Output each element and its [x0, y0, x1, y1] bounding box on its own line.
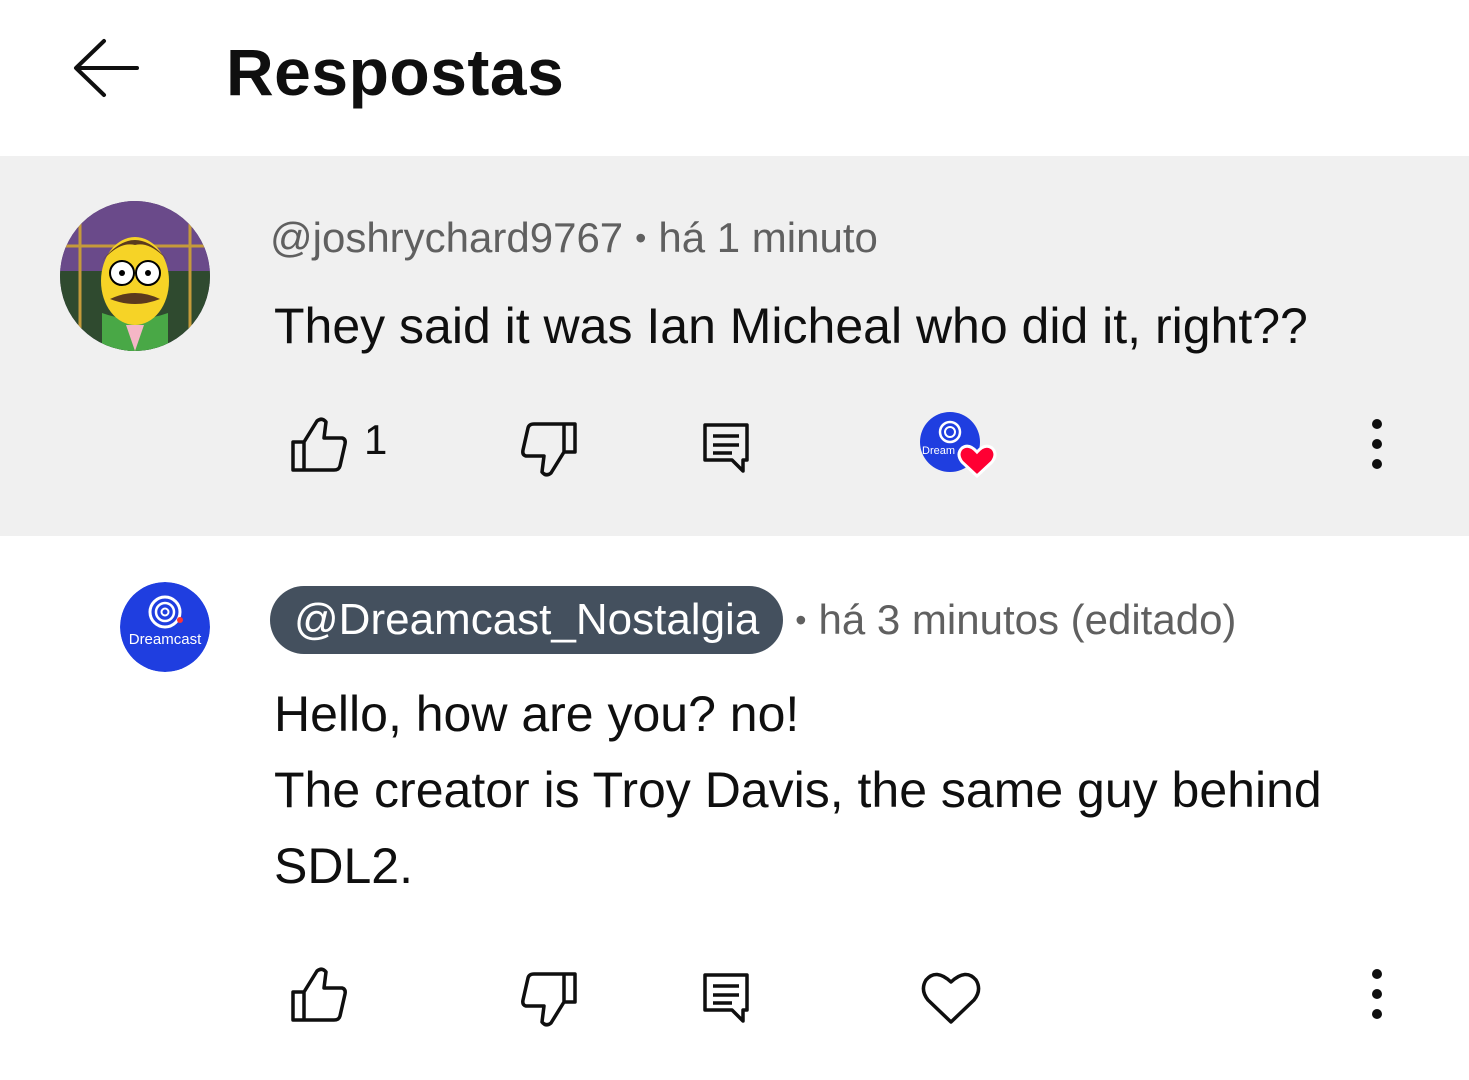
heart-icon	[921, 972, 981, 1024]
comment-author[interactable]: @joshrychard9767	[270, 214, 623, 262]
thumb-up-icon	[291, 417, 347, 472]
thumb-down-icon	[521, 972, 577, 1027]
comment-meta: @joshrychard9767 • há 1 minuto	[270, 211, 878, 265]
comment-meta: @Dreamcast_Nostalgia • há 3 minutos (edi…	[270, 586, 1236, 654]
thumb-down-icon	[521, 422, 577, 477]
more-vert-icon	[1372, 969, 1382, 1019]
comment-line: They said it was Ian Micheal who did it,…	[274, 298, 1308, 354]
dislike-button[interactable]	[518, 968, 580, 1030]
separator-dot: •	[795, 601, 807, 638]
page-title: Respostas	[226, 35, 565, 109]
arrow-left-icon	[74, 39, 139, 97]
more-vert-icon	[1372, 419, 1382, 469]
reply-comment: Dreamcast @Dreamcast_Nostalgia • há 3 mi…	[0, 536, 1469, 1080]
comment-actions: 1 Dream	[0, 396, 1469, 486]
comment-text: Hello, how are you? no! The creator is T…	[274, 676, 1322, 904]
thumb-up-icon	[291, 967, 347, 1022]
comment-author-pill[interactable]: @Dreamcast_Nostalgia	[270, 586, 784, 654]
comment-actions	[0, 946, 1469, 1036]
comment-time: há 3 minutos (editado)	[818, 596, 1237, 643]
dislike-button[interactable]	[518, 418, 580, 480]
like-count: 1	[364, 416, 388, 463]
comment-line: The creator is Troy Davis, the same guy …	[274, 762, 1322, 818]
like-button[interactable]: 1	[288, 414, 387, 476]
comment-icon	[703, 973, 749, 1023]
header: Respostas	[0, 0, 1469, 156]
creator-avatar-text: Dream	[922, 445, 955, 457]
comment-time: há 1 minuto	[658, 214, 878, 261]
avatar-text: Dreamcast	[129, 631, 202, 648]
heart-button[interactable]	[920, 968, 982, 1026]
heart-icon	[957, 444, 997, 479]
avatar[interactable]: Dreamcast	[120, 582, 210, 672]
reply-button[interactable]	[700, 970, 752, 1026]
like-button[interactable]	[288, 964, 350, 1026]
back-button[interactable]	[62, 28, 150, 108]
creator-heart-badge[interactable]: Dream	[918, 410, 1002, 482]
avatar[interactable]	[60, 201, 210, 351]
more-options-button[interactable]	[1362, 966, 1392, 1022]
comment-line: Hello, how are you? no!	[274, 686, 800, 742]
parent-comment: @joshrychard9767 • há 1 minuto They said…	[0, 156, 1469, 536]
comment-line: SDL2.	[274, 838, 413, 894]
more-options-button[interactable]	[1362, 416, 1392, 472]
comment-icon	[703, 423, 749, 473]
separator-dot: •	[635, 219, 647, 256]
comment-text: They said it was Ian Micheal who did it,…	[274, 288, 1308, 364]
reply-button[interactable]	[700, 420, 752, 476]
